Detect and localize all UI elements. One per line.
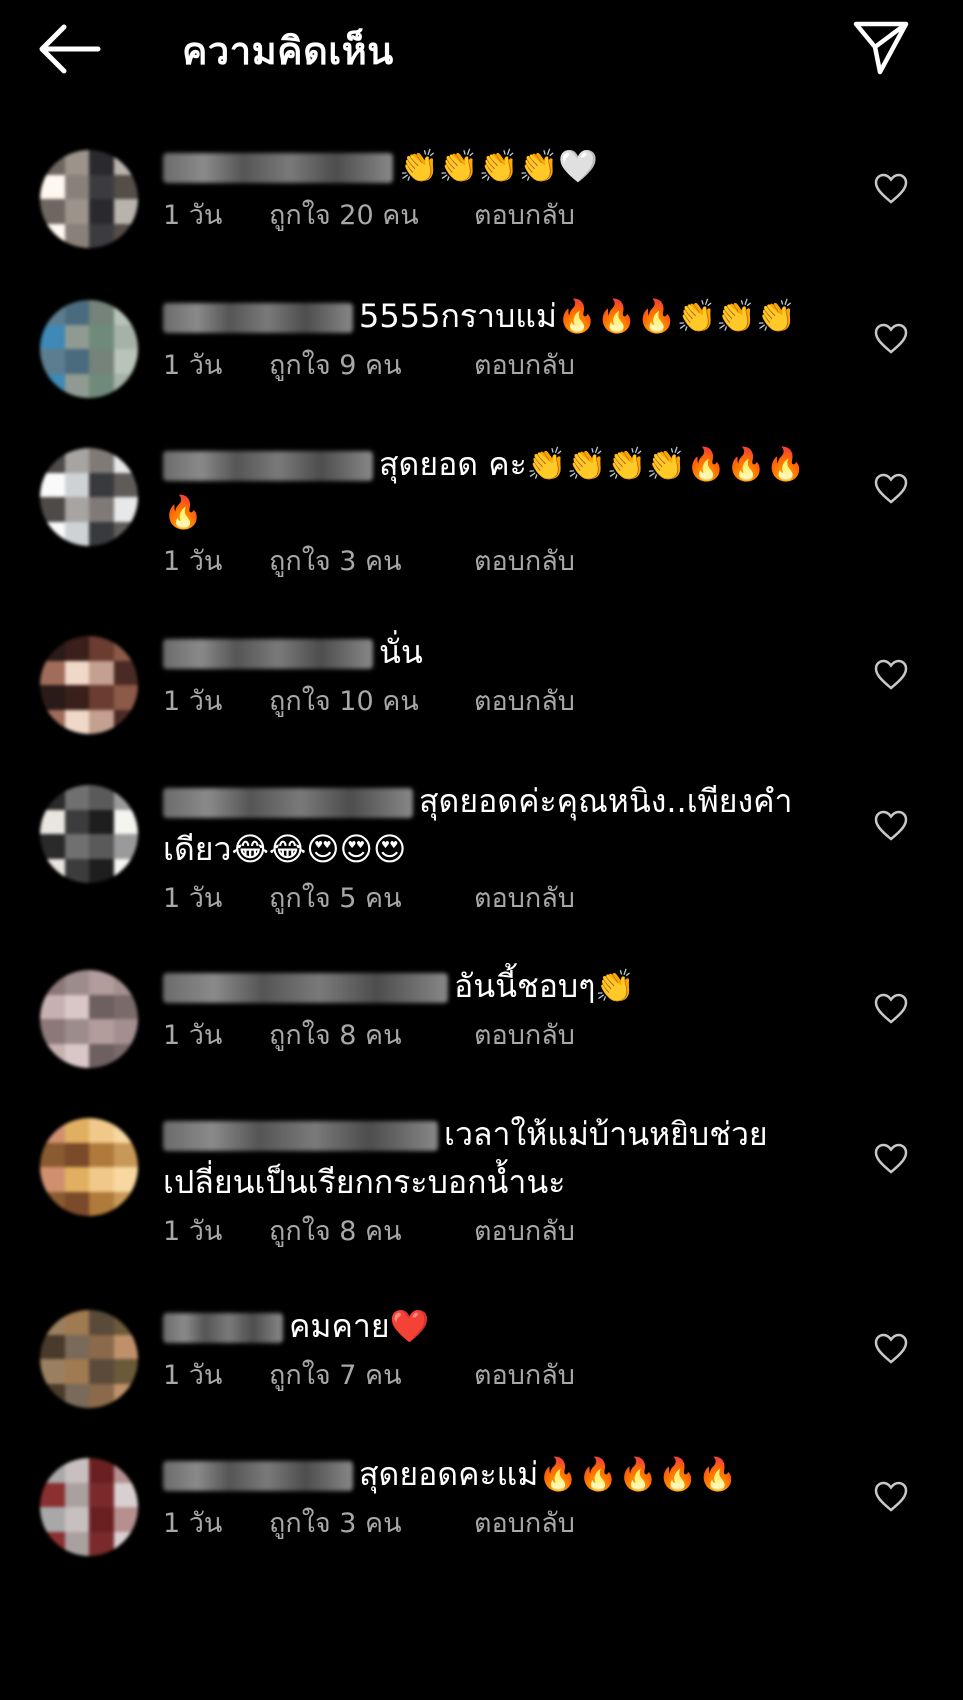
reply-button[interactable]: ตอบกลับ	[474, 879, 575, 919]
like-count[interactable]: ถูกใจ 8 คน	[269, 1016, 474, 1056]
comment-meta: 1 วัน ถูกใจ 5 คน ตอบกลับ	[163, 879, 823, 919]
like-heart-icon[interactable]	[874, 172, 908, 206]
comment-meta: 1 วัน ถูกใจ 8 คน ตอบกลับ	[163, 1016, 823, 1056]
top-bar: ความคิดเห็น	[0, 0, 963, 100]
comment-text-continued: เปลี่ยนเป็นเรียกกระบอกน้ำนะ	[163, 1163, 566, 1201]
comment-body: อันนี้ชอบๆ👏 1 วัน ถูกใจ 8 คน ตอบกลับ	[163, 962, 823, 1056]
username-blurred[interactable]	[163, 1121, 438, 1151]
comment-meta: 1 วัน ถูกใจ 10 คน ตอบกลับ	[163, 682, 823, 722]
username-blurred[interactable]	[163, 303, 353, 333]
like-count[interactable]: ถูกใจ 8 คน	[269, 1212, 474, 1252]
username-blurred[interactable]	[163, 973, 448, 1003]
comment-meta: 1 วัน ถูกใจ 3 คน ตอบกลับ	[163, 542, 823, 582]
like-heart-icon[interactable]	[874, 658, 908, 692]
comment-line: อันนี้ชอบๆ👏	[163, 962, 823, 1010]
avatar[interactable]	[40, 1458, 138, 1556]
comment-body: เวลาให้แม่บ้านหยิบช่วยเปลี่ยนเป็นเรียกกร…	[163, 1110, 823, 1252]
comment-text: นั่น	[379, 633, 423, 671]
reply-button[interactable]: ตอบกลับ	[474, 682, 575, 722]
comment-text: สุดยอด คะ👏👏👏👏🔥🔥🔥	[379, 445, 806, 483]
back-arrow-icon[interactable]	[38, 22, 102, 76]
comment-line: สุดยอด คะ👏👏👏👏🔥🔥🔥	[163, 440, 823, 488]
comment-meta: 1 วัน ถูกใจ 3 คน ตอบกลับ	[163, 1504, 823, 1544]
avatar[interactable]	[40, 1118, 138, 1216]
comment-text: เวลาให้แม่บ้านหยิบช่วย	[444, 1115, 768, 1153]
avatar[interactable]	[40, 1310, 138, 1408]
reply-button[interactable]: ตอบกลับ	[474, 346, 575, 386]
comment-time: 1 วัน	[163, 883, 223, 914]
reply-button[interactable]: ตอบกลับ	[474, 542, 575, 582]
reply-button[interactable]: ตอบกลับ	[474, 1504, 575, 1544]
comment-text: คมคาย❤️	[289, 1307, 430, 1345]
comment-line: คมคาย❤️	[163, 1302, 823, 1350]
comment-line: 5555กราบแม่🔥🔥🔥👏👏👏	[163, 292, 823, 340]
comment-time: 1 วัน	[163, 350, 223, 381]
avatar[interactable]	[40, 300, 138, 398]
comment-text-continued: 🔥	[163, 493, 203, 531]
comment-time: 1 วัน	[163, 686, 223, 717]
like-count[interactable]: ถูกใจ 10 คน	[269, 682, 474, 722]
like-count[interactable]: ถูกใจ 7 คน	[269, 1356, 474, 1396]
like-count[interactable]: ถูกใจ 3 คน	[269, 1504, 474, 1544]
avatar[interactable]	[40, 448, 138, 546]
comment-meta: 1 วัน ถูกใจ 8 คน ตอบกลับ	[163, 1212, 823, 1252]
comment-line: สุดยอดคะแม่🔥🔥🔥🔥🔥	[163, 1450, 823, 1498]
comment-body: คมคาย❤️ 1 วัน ถูกใจ 7 คน ตอบกลับ	[163, 1302, 823, 1396]
like-heart-icon[interactable]	[874, 1332, 908, 1366]
comment-body: 👏👏👏👏🤍 1 วัน ถูกใจ 20 คน ตอบกลับ	[163, 142, 823, 236]
username-blurred[interactable]	[163, 153, 393, 183]
like-heart-icon[interactable]	[874, 992, 908, 1026]
comment-text-continued: เดียว😂😂😍😍😍	[163, 830, 407, 868]
avatar[interactable]	[40, 785, 138, 883]
comment-body: สุดยอดค่ะคุณหนิง..เพียงคำเดียว😂😂😍😍😍 1 วัน…	[163, 777, 823, 919]
comment-body: สุดยอดคะแม่🔥🔥🔥🔥🔥 1 วัน ถูกใจ 3 คน ตอบกลับ	[163, 1450, 823, 1544]
avatar[interactable]	[40, 970, 138, 1068]
username-blurred[interactable]	[163, 639, 373, 669]
comment-time: 1 วัน	[163, 1216, 223, 1247]
like-heart-icon[interactable]	[874, 809, 908, 843]
comment-text: สุดยอดค่ะคุณหนิง..เพียงคำ	[419, 782, 793, 820]
comment-text: 5555กราบแม่🔥🔥🔥👏👏👏	[359, 297, 797, 335]
avatar[interactable]	[40, 636, 138, 734]
like-heart-icon[interactable]	[874, 1142, 908, 1176]
comment-meta: 1 วัน ถูกใจ 20 คน ตอบกลับ	[163, 196, 823, 236]
like-count[interactable]: ถูกใจ 20 คน	[269, 196, 474, 236]
comment-body: 5555กราบแม่🔥🔥🔥👏👏👏 1 วัน ถูกใจ 9 คน ตอบกลับ	[163, 292, 823, 386]
like-count[interactable]: ถูกใจ 9 คน	[269, 346, 474, 386]
comment-text: 👏👏👏👏🤍	[399, 147, 599, 185]
comment-line: 👏👏👏👏🤍	[163, 142, 823, 190]
reply-button[interactable]: ตอบกลับ	[474, 1016, 575, 1056]
comment-line: เวลาให้แม่บ้านหยิบช่วย	[163, 1110, 823, 1158]
comment-text: สุดยอดคะแม่🔥🔥🔥🔥🔥	[359, 1455, 738, 1493]
reply-button[interactable]: ตอบกลับ	[474, 1212, 575, 1252]
like-count[interactable]: ถูกใจ 3 คน	[269, 542, 474, 582]
username-blurred[interactable]	[163, 1313, 283, 1343]
reply-button[interactable]: ตอบกลับ	[474, 196, 575, 236]
avatar[interactable]	[40, 150, 138, 248]
send-icon[interactable]	[852, 18, 910, 76]
comment-time: 1 วัน	[163, 1360, 223, 1391]
comment-text: อันนี้ชอบๆ👏	[454, 967, 636, 1005]
comment-time: 1 วัน	[163, 546, 223, 577]
page-title: ความคิดเห็น	[182, 29, 394, 73]
comment-time: 1 วัน	[163, 200, 223, 231]
comment-meta: 1 วัน ถูกใจ 7 คน ตอบกลับ	[163, 1356, 823, 1396]
reply-button[interactable]: ตอบกลับ	[474, 1356, 575, 1396]
like-heart-icon[interactable]	[874, 472, 908, 506]
like-heart-icon[interactable]	[874, 1480, 908, 1514]
like-heart-icon[interactable]	[874, 322, 908, 356]
username-blurred[interactable]	[163, 451, 373, 481]
username-blurred[interactable]	[163, 788, 413, 818]
comment-body: นั่น 1 วัน ถูกใจ 10 คน ตอบกลับ	[163, 628, 823, 722]
like-count[interactable]: ถูกใจ 5 คน	[269, 879, 474, 919]
comment-line: สุดยอดค่ะคุณหนิง..เพียงคำ	[163, 777, 823, 825]
comment-body: สุดยอด คะ👏👏👏👏🔥🔥🔥 🔥 1 วัน ถูกใจ 3 คน ตอบกลับ	[163, 440, 823, 582]
comment-time: 1 วัน	[163, 1508, 223, 1539]
username-blurred[interactable]	[163, 1461, 353, 1491]
comment-meta: 1 วัน ถูกใจ 9 คน ตอบกลับ	[163, 346, 823, 386]
comment-time: 1 วัน	[163, 1020, 223, 1051]
comment-line: นั่น	[163, 628, 823, 676]
